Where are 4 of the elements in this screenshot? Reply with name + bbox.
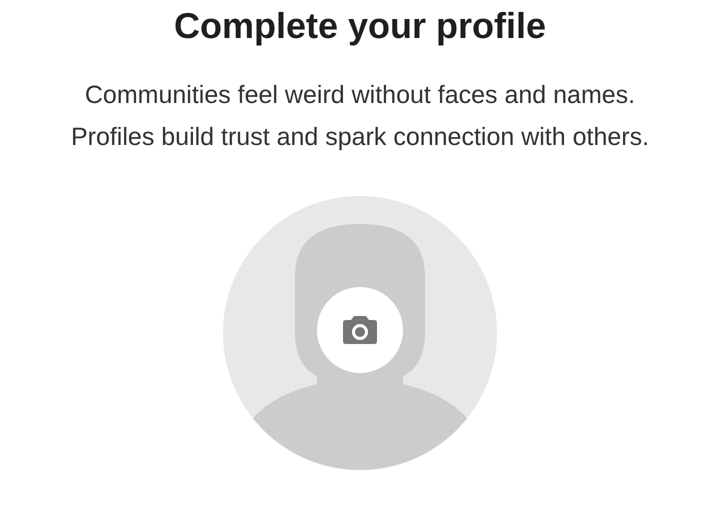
camera-icon bbox=[343, 316, 377, 344]
description-text: Profiles build trust and spark connection with others. bbox=[70, 122, 650, 153]
description-text: Communities feel weird without faces and names. bbox=[84, 80, 636, 111]
page-title: Complete your profile bbox=[174, 4, 546, 48]
